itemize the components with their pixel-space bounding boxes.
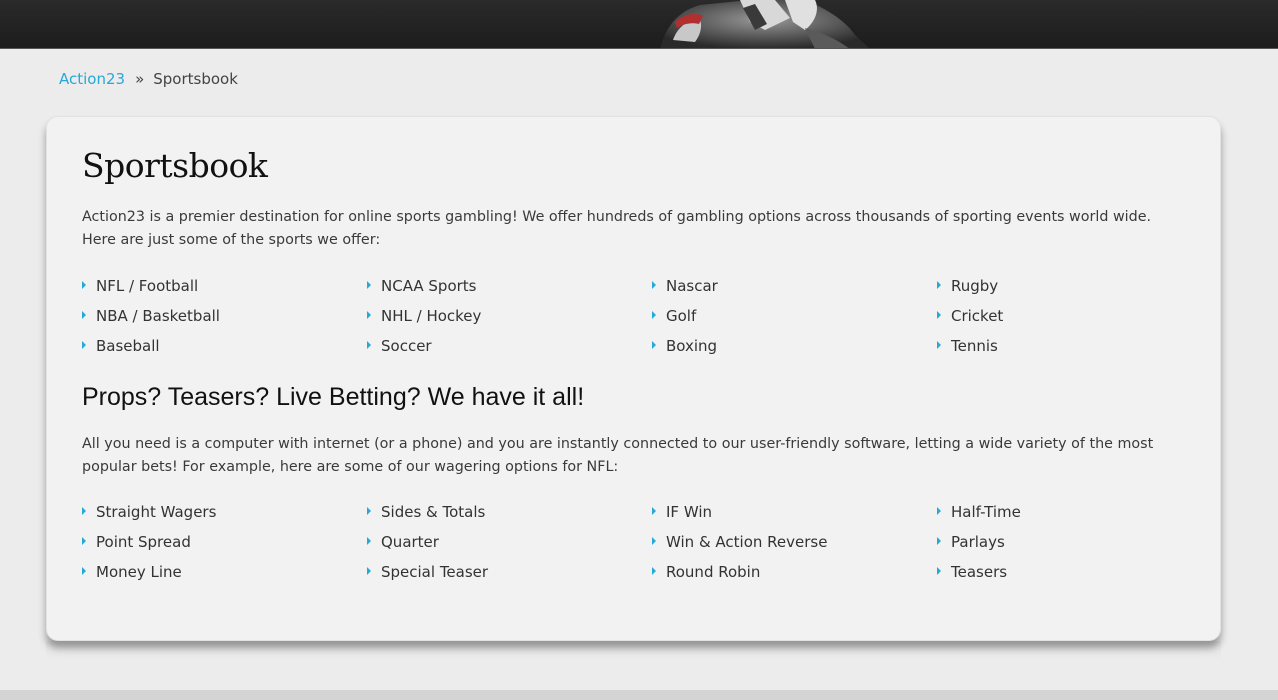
wager-list-item-label: Point Spread — [96, 533, 191, 551]
wager-list-item-label: Half-Time — [951, 503, 1021, 521]
sport-list-item-label: NFL / Football — [96, 277, 199, 295]
bullet-arrow-icon — [937, 311, 941, 319]
wager-list-item: Quarter — [367, 527, 652, 557]
bullet-arrow-icon — [367, 567, 371, 575]
bullet-arrow-icon — [82, 567, 86, 575]
hero-banner — [0, 0, 1278, 49]
bullet-arrow-icon — [652, 341, 656, 349]
bullet-arrow-icon — [937, 537, 941, 545]
wager-list-item: Parlays — [937, 527, 1222, 557]
sport-list-item: Cricket — [937, 301, 1222, 331]
section-heading: Props? Teasers? Live Betting? We have it… — [82, 383, 585, 411]
sport-list-item: NFL / Football — [82, 271, 367, 301]
hero-divider — [0, 48, 1278, 49]
bullet-arrow-icon — [937, 341, 941, 349]
bullet-arrow-icon — [367, 537, 371, 545]
bullet-arrow-icon — [367, 507, 371, 515]
wager-list-item-label: Teasers — [951, 563, 1008, 581]
sport-list-item-label: Cricket — [951, 307, 1004, 325]
sport-list-item: Tennis — [937, 331, 1222, 361]
footer-strip — [0, 690, 1278, 700]
bullet-arrow-icon — [652, 311, 656, 319]
wager-list-item-label: Round Robin — [666, 563, 761, 581]
wager-list-item-label: Quarter — [381, 533, 439, 551]
sport-list-item-label: Nascar — [666, 277, 718, 295]
sport-list-item: Boxing — [652, 331, 937, 361]
wager-list-item-label: Special Teaser — [381, 563, 489, 581]
sport-list-item-label: NBA / Basketball — [96, 307, 220, 325]
wager-list-item: Straight Wagers — [82, 497, 367, 527]
sport-list-item: Baseball — [82, 331, 367, 361]
sport-list-item: Rugby — [937, 271, 1222, 301]
sport-list-item-label: NHL / Hockey — [381, 307, 482, 325]
wager-list-item-label: IF Win — [666, 503, 712, 521]
breadcrumb-current: Sportsbook — [153, 70, 238, 88]
wager-list-item-label: Sides & Totals — [381, 503, 486, 521]
wager-list-item: Sides & Totals — [367, 497, 652, 527]
bullet-arrow-icon — [82, 507, 86, 515]
sport-list-item: Nascar — [652, 271, 937, 301]
bullet-arrow-icon — [367, 281, 371, 289]
sport-list-item-label: Golf — [666, 307, 697, 325]
breadcrumb-home-link[interactable]: Action23 — [59, 70, 125, 88]
bullet-arrow-icon — [367, 311, 371, 319]
sport-list-item: NBA / Basketball — [82, 301, 367, 331]
bullet-arrow-icon — [367, 341, 371, 349]
wager-list-item: Win & Action Reverse — [652, 527, 937, 557]
bullet-arrow-icon — [652, 281, 656, 289]
sport-list-item: Soccer — [367, 331, 652, 361]
bullet-arrow-icon — [82, 281, 86, 289]
breadcrumb-separator: » — [135, 70, 145, 88]
wager-list-item: Point Spread — [82, 527, 367, 557]
bullet-arrow-icon — [652, 537, 656, 545]
wager-list-item: Special Teaser — [367, 557, 652, 587]
bullet-arrow-icon — [82, 537, 86, 545]
sport-list-item: NHL / Hockey — [367, 301, 652, 331]
wager-list-item-label: Money Line — [96, 563, 182, 581]
wager-list-item: Teasers — [937, 557, 1222, 587]
wager-list-item: IF Win — [652, 497, 937, 527]
sport-list-item-label: Baseball — [96, 337, 160, 355]
wager-list-item-label: Straight Wagers — [96, 503, 217, 521]
sport-list-item-label: Rugby — [951, 277, 999, 295]
wagering-paragraph: All you need is a computer with internet… — [82, 436, 1154, 475]
sport-list-item: NCAA Sports — [367, 271, 652, 301]
wager-list-item: Round Robin — [652, 557, 937, 587]
sport-list-item: Golf — [652, 301, 937, 331]
sport-list-item-label: NCAA Sports — [381, 277, 477, 295]
wager-list-item-label: Win & Action Reverse — [666, 533, 828, 551]
sports-list: NFL / Football NBA / Basketball Baseball NC… — [82, 271, 1222, 361]
bullet-arrow-icon — [652, 567, 656, 575]
bullet-arrow-icon — [82, 341, 86, 349]
bullet-arrow-icon — [82, 311, 86, 319]
wager-list-item: Half-Time — [937, 497, 1222, 527]
sport-list-item-label: Soccer — [381, 337, 432, 355]
page-title: Sportsbook — [82, 146, 268, 185]
sport-list-item-label: Boxing — [666, 337, 718, 355]
bullet-arrow-icon — [937, 567, 941, 575]
card-shadow-strip — [46, 641, 1221, 661]
wager-list-item: Money Line — [82, 557, 367, 587]
athlete-image — [660, 0, 870, 49]
bullet-arrow-icon — [937, 281, 941, 289]
wager-list-item-label: Parlays — [951, 533, 1005, 551]
breadcrumb: Action23 » Sportsbook — [59, 70, 238, 88]
wagers-list: Straight Wagers Point Spread Money Line Sid… — [82, 497, 1222, 587]
bullet-arrow-icon — [652, 507, 656, 515]
intro-paragraph: Action23 is a premier destination for on… — [82, 209, 1152, 248]
sport-list-item-label: Tennis — [951, 337, 998, 355]
bullet-arrow-icon — [937, 507, 941, 515]
